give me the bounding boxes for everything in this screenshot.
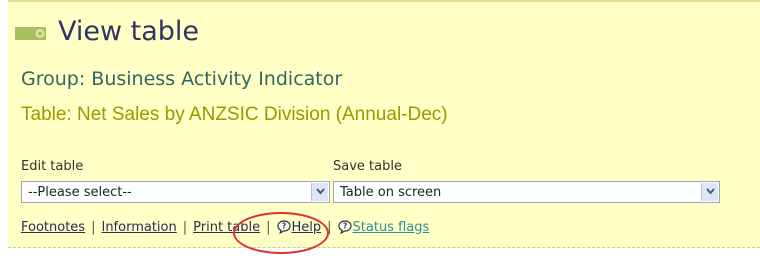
- information-link[interactable]: Information: [101, 220, 176, 235]
- table-actions-links: Footnotes | Information | Print table | …: [21, 217, 429, 237]
- chevron-down-icon[interactable]: [701, 183, 718, 201]
- edit-table-select-value: --Please select--: [28, 185, 132, 200]
- status-flags-link[interactable]: Status flags: [353, 220, 430, 235]
- link-separator: |: [182, 219, 188, 235]
- help-icon: ?: [276, 220, 291, 234]
- svg-text:?: ?: [281, 222, 285, 231]
- table-heading: Table: Net Sales by ANZSIC Division (Ann…: [21, 104, 448, 125]
- link-separator: |: [91, 219, 96, 235]
- edit-table-label: Edit table: [21, 159, 84, 174]
- chevron-down-icon[interactable]: [311, 183, 328, 201]
- link-separator: |: [327, 219, 332, 235]
- help-link[interactable]: Help: [292, 220, 322, 235]
- svg-text:?: ?: [342, 222, 346, 231]
- group-heading: Group: Business Activity Indicator: [21, 68, 343, 90]
- view-table-logo-icon: [15, 27, 46, 40]
- link-separator: |: [266, 219, 271, 235]
- status-flags-help-icon: ?: [337, 220, 352, 234]
- panel-top-border: [8, 0, 760, 2]
- print-table-link[interactable]: Print table: [193, 220, 260, 235]
- footnotes-link[interactable]: Footnotes: [21, 220, 85, 235]
- save-table-select-value: Table on screen: [340, 185, 442, 200]
- panel-bottom-divider: [8, 247, 760, 248]
- save-table-select[interactable]: Table on screen: [333, 181, 720, 203]
- page-title: View table: [58, 16, 200, 47]
- save-table-label: Save table: [333, 159, 402, 174]
- edit-table-select[interactable]: --Please select--: [21, 181, 330, 203]
